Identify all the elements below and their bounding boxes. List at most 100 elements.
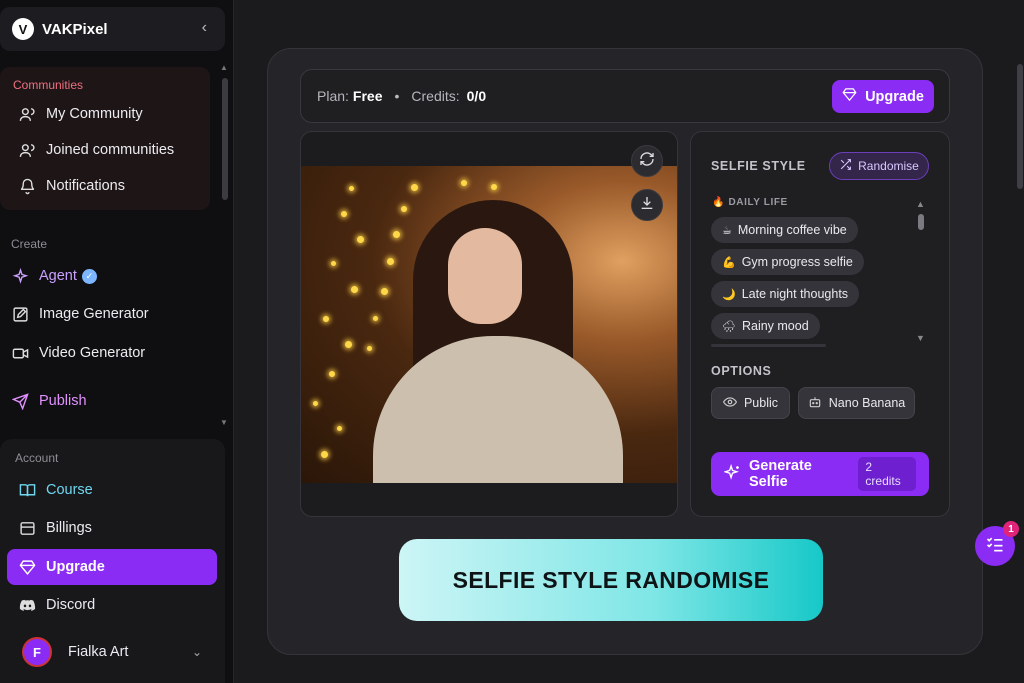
notification-badge: 1: [1003, 521, 1019, 537]
bot-icon: [808, 395, 822, 412]
style-chip-label: Late night thoughts: [741, 287, 849, 301]
model-select-button[interactable]: Nano Banana: [798, 387, 915, 419]
sidebar-item-image-generator[interactable]: Image Generator: [11, 305, 149, 323]
portrait-face: [448, 228, 522, 324]
moon-icon: 🌙: [722, 288, 736, 301]
page-scrollbar[interactable]: [1017, 64, 1023, 189]
bokeh-light: [393, 231, 400, 238]
bokeh-light: [313, 401, 318, 406]
bokeh-light: [411, 184, 418, 191]
randomise-button[interactable]: Randomise: [829, 152, 929, 180]
coffee-icon: ☕: [722, 224, 732, 237]
users-icon: [18, 141, 36, 159]
sidebar-item-course[interactable]: Course: [18, 481, 93, 499]
generate-selfie-button[interactable]: Generate Selfie 2 credits: [711, 452, 929, 496]
diamond-icon: [842, 87, 857, 106]
regenerate-button[interactable]: [631, 145, 663, 177]
bokeh-light: [373, 316, 378, 321]
bokeh-light: [341, 211, 347, 217]
plan-value: Free: [352, 88, 383, 104]
communities-label: Communities: [13, 78, 84, 92]
account-label: Account: [15, 451, 59, 465]
create-label: Create: [11, 237, 48, 251]
style-chip-label: Rainy mood: [741, 319, 809, 333]
chevron-down-icon: ⌄: [192, 645, 203, 659]
bokeh-light: [321, 451, 328, 458]
sidebar-scrollbar[interactable]: [222, 78, 228, 200]
edit-icon: [11, 305, 29, 323]
sidebar-item-joined-communities[interactable]: Joined communities: [18, 141, 174, 159]
sidebar-item-billings[interactable]: Billings: [18, 519, 92, 537]
upgrade-button[interactable]: Upgrade: [832, 80, 934, 113]
sidebar-item-publish[interactable]: Publish: [11, 392, 87, 410]
sidebar-item-notifications[interactable]: Notifications: [18, 177, 125, 195]
bokeh-light: [331, 261, 336, 266]
sidebar-item-label: Notifications: [46, 178, 125, 194]
category-label: DAILY LIFE: [728, 197, 788, 208]
sidebar-item-my-community[interactable]: My Community: [18, 105, 143, 123]
randomise-label: Randomise: [858, 159, 919, 173]
bokeh-light: [323, 316, 329, 322]
download-icon: [639, 195, 655, 216]
scroll-down-arrow-icon[interactable]: ▼: [220, 418, 228, 427]
bokeh-light: [337, 426, 342, 431]
style-chip-rainy-mood[interactable]: 🌧 Rainy mood: [711, 313, 820, 339]
banner-text: SELFIE STYLE RANDOMISE: [452, 566, 770, 593]
user-menu[interactable]: F Fialka Art ⌄: [22, 637, 202, 667]
bokeh-light: [357, 236, 364, 243]
style-chip-morning-coffee[interactable]: ☕ Morning coffee vibe: [711, 217, 858, 243]
visibility-public-button[interactable]: Public: [711, 387, 790, 419]
send-icon: [11, 392, 29, 410]
bokeh-light: [381, 288, 388, 295]
sidebar-item-video-generator[interactable]: Video Generator: [11, 344, 145, 362]
list-scroll-down-icon[interactable]: ▼: [916, 333, 925, 343]
selfie-preview-panel: [300, 131, 678, 517]
sidebar-item-agent[interactable]: Agent ✓: [11, 267, 97, 285]
brand-name: VAKPixel: [42, 20, 108, 38]
brand-header[interactable]: V VAKPixel ‹: [0, 7, 225, 51]
credits-value: 0/0: [466, 88, 487, 104]
sidebar-item-label: Publish: [39, 393, 87, 409]
sidebar-item-label: Joined communities: [46, 142, 175, 158]
style-chip-label: Morning coffee vibe: [737, 223, 847, 237]
diamond-icon: [18, 558, 36, 576]
upgrade-button-label: Upgrade: [865, 88, 924, 105]
sidebar-item-discord[interactable]: Discord: [18, 596, 95, 614]
shuffle-icon: [839, 158, 852, 174]
option-label: Nano Banana: [828, 396, 906, 410]
discord-icon: [18, 596, 36, 614]
feature-banner: SELFIE STYLE RANDOMISE: [399, 539, 823, 621]
sparkles-icon: [11, 267, 29, 285]
brand-logo: V: [12, 18, 34, 40]
sidebar-item-upgrade[interactable]: Upgrade: [18, 558, 105, 576]
rain-cloud-icon: 🌧: [722, 320, 736, 333]
style-chip-label: Gym progress selfie: [741, 255, 853, 269]
style-chip-late-night[interactable]: 🌙 Late night thoughts: [711, 281, 860, 307]
next-chip-peek: [711, 344, 826, 347]
selfie-preview-image: [301, 166, 677, 483]
bokeh-light: [349, 186, 354, 191]
plan-label: Plan:: [317, 88, 349, 104]
option-label: Public: [743, 396, 779, 410]
category-daily-life: 🔥 DAILY LIFE: [712, 197, 788, 208]
bokeh-light: [329, 371, 335, 377]
options-title: OPTIONS: [711, 364, 772, 378]
sidebar-item-label: Discord: [46, 597, 96, 613]
bokeh-light: [491, 184, 497, 190]
bokeh-light: [345, 341, 352, 348]
scroll-up-arrow-icon[interactable]: ▲: [220, 63, 228, 72]
style-list-scrollbar[interactable]: [918, 214, 924, 230]
style-chip-gym-progress[interactable]: 💪 Gym progress selfie: [711, 249, 864, 275]
sidebar-item-label: Billings: [46, 520, 92, 536]
sidebar-item-label: My Community: [46, 106, 143, 122]
list-scroll-up-icon[interactable]: ▲: [916, 199, 925, 209]
bokeh-light: [387, 258, 394, 265]
chevron-left-icon[interactable]: ‹: [202, 19, 207, 37]
bokeh-light: [461, 180, 467, 186]
selfie-style-title: SELFIE STYLE: [711, 159, 806, 173]
download-button[interactable]: [631, 189, 663, 221]
sidebar-item-label: Video Generator: [39, 345, 146, 361]
avatar: F: [22, 637, 52, 667]
portrait-sweater: [373, 336, 623, 483]
sidebar: V VAKPixel ‹ Communities My Community Jo…: [0, 0, 234, 683]
